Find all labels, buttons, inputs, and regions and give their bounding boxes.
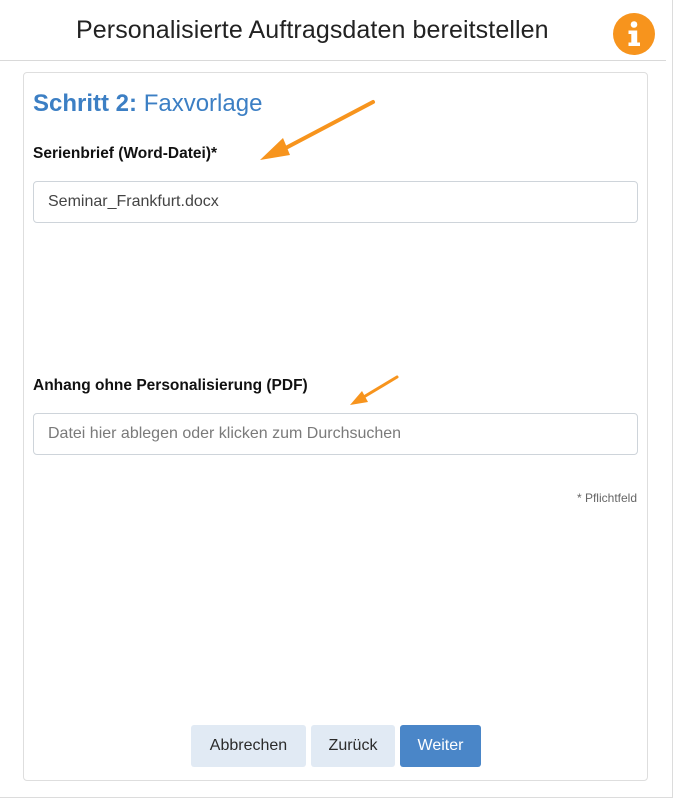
back-button[interactable]: Zurück <box>311 725 395 767</box>
anhang-dropzone[interactable]: Datei hier ablegen oder klicken zum Durc… <box>33 413 638 455</box>
cancel-button[interactable]: Abbrechen <box>191 725 306 767</box>
anhang-label: Anhang ohne Personalisierung (PDF) <box>33 377 308 394</box>
dialog-header: Personalisierte Auftragsdaten bereitstel… <box>0 0 666 61</box>
serienbrief-label: Serienbrief (Word-Datei)* <box>33 145 218 162</box>
next-button[interactable]: Weiter <box>400 725 481 767</box>
required-note: * Pflichtfeld <box>576 491 637 505</box>
step-prefix: Schritt 2: <box>33 90 138 117</box>
info-icon[interactable] <box>613 13 655 55</box>
step-title: Schritt 2: Faxvorlage <box>33 90 262 118</box>
dialog: Personalisierte Auftragsdaten bereitstel… <box>0 0 673 798</box>
serienbrief-input[interactable] <box>33 181 638 223</box>
dialog-title: Personalisierte Auftragsdaten bereitstel… <box>76 16 549 44</box>
step-name: Faxvorlage <box>143 90 263 117</box>
